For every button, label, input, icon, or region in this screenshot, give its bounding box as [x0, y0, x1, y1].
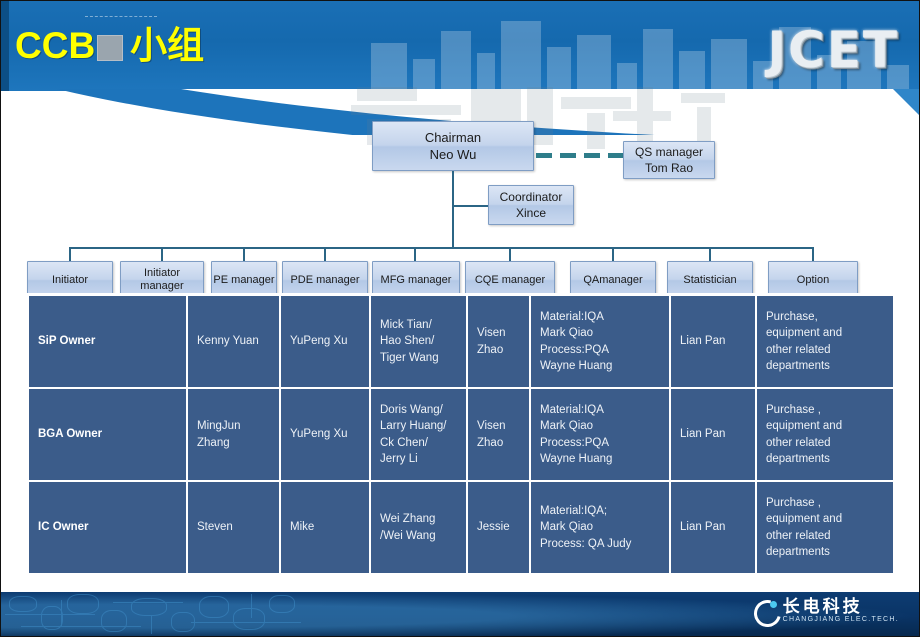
connector-department-bus	[69, 247, 814, 249]
stem-dept-0	[69, 247, 71, 261]
slide-canvas: CCB 小组 JCET Chairman Neo Wu QS manager T…	[0, 0, 920, 637]
company-name-cn: 长电科技	[782, 597, 863, 616]
changjiang-mark-icon	[748, 594, 786, 632]
circuit-pattern	[1, 592, 331, 636]
stem-dept-2	[243, 247, 245, 261]
cell-initiator-manager: MingJun Zhang	[186, 387, 281, 482]
page-title-sub: 小组	[130, 25, 205, 66]
table-row[interactable]: SiP Owner Kenny Yuan YuPeng Xu Mick Tian…	[27, 294, 895, 389]
cell-statistician: Lian Pan	[669, 480, 757, 575]
connector-chairman-qs	[536, 153, 624, 158]
connector-coordinator-horizontal	[452, 205, 489, 207]
cell-qa: Material:IQA; Mark Qiao Process: QA Judy	[529, 480, 671, 575]
cell-cqe: Visen Zhao	[466, 387, 531, 482]
slide-footer: 长电科技 CHANGJIANG ELEC.TECH.	[1, 592, 919, 636]
stem-dept-8	[812, 247, 814, 261]
cell-initiator-manager: Steven	[186, 480, 281, 575]
cell-option: Purchase, equipment and other related de…	[755, 294, 895, 389]
cell-cqe: Jessie	[466, 480, 531, 575]
qs-manager-name: Tom Rao	[644, 161, 694, 175]
chairman-name: Neo Wu	[429, 147, 477, 162]
coordinator-role: Coordinator	[499, 190, 563, 204]
missing-glyph-box	[97, 35, 124, 61]
page-title-main: CCB	[15, 25, 96, 66]
dept-label-1: Initiator manager	[140, 267, 184, 292]
cell-pde-mfg: Wei Zhang /Wei Wang	[369, 480, 468, 575]
cell-pe-manager: Mike	[279, 480, 371, 575]
cell-option: Purchase , equipment and other related d…	[755, 387, 895, 482]
table-row[interactable]: BGA Owner MingJun Zhang YuPeng Xu Doris …	[27, 387, 895, 482]
org-node-coordinator[interactable]: Coordinator Xince	[488, 185, 574, 225]
org-chart: Chairman Neo Wu QS manager Tom Rao Coord…	[1, 89, 919, 299]
cell-pde-mfg: Mick Tian/ Hao Shen/ Tiger Wang	[369, 294, 468, 389]
org-node-chairman[interactable]: Chairman Neo Wu	[372, 121, 534, 171]
cell-statistician: Lian Pan	[669, 387, 757, 482]
qs-manager-role: QS manager	[634, 145, 704, 159]
cell-initiator-manager: Kenny Yuan	[186, 294, 281, 389]
dept-label-5: CQE manager	[474, 273, 546, 286]
cell-qa: Material:IQA Mark Qiao Process:PQA Wayne…	[529, 294, 671, 389]
cell-owner: BGA Owner	[27, 387, 188, 482]
cell-pde-mfg: Doris Wang/ Larry Huang/ Ck Chen/ Jerry …	[369, 387, 468, 482]
stem-dept-3	[324, 247, 326, 261]
dept-label-2: PE manager	[213, 273, 275, 286]
slide-header: CCB 小组 JCET	[1, 1, 919, 91]
header-decorative-dash	[85, 16, 157, 18]
stem-dept-1	[161, 247, 163, 261]
changjiang-logo: 长电科技 CHANGJIANG ELEC.TECH.	[748, 594, 899, 632]
cell-owner: IC Owner	[27, 480, 188, 575]
dept-label-3: PDE manager	[290, 273, 360, 286]
page-title: CCB 小组	[15, 23, 204, 69]
dept-label-8: Option	[796, 273, 830, 286]
jcet-logo: JCET	[767, 21, 899, 79]
cell-owner: SiP Owner	[27, 294, 188, 389]
stem-dept-7	[709, 247, 711, 261]
dept-label-0: Initiator	[51, 273, 89, 286]
stem-dept-4	[414, 247, 416, 261]
coordinator-name: Xince	[515, 206, 547, 220]
dept-label-7: Statistician	[683, 273, 737, 286]
cell-pe-manager: YuPeng Xu	[279, 294, 371, 389]
stem-dept-6	[612, 247, 614, 261]
company-name-en: CHANGJIANG ELEC.TECH.	[782, 616, 899, 623]
org-node-qs-manager[interactable]: QS manager Tom Rao	[623, 141, 715, 179]
stem-dept-5	[509, 247, 511, 261]
dept-label-6: QAmanager	[583, 273, 643, 286]
cell-pe-manager: YuPeng Xu	[279, 387, 371, 482]
table-row[interactable]: IC Owner Steven Mike Wei Zhang /Wei Wang…	[27, 480, 895, 575]
cell-cqe: Visen Zhao	[466, 294, 531, 389]
chairman-role: Chairman	[424, 130, 482, 145]
cell-statistician: Lian Pan	[669, 294, 757, 389]
header-left-edge	[1, 1, 9, 91]
cell-qa: Material:IQA Mark Qiao Process:PQA Wayne…	[529, 387, 671, 482]
dept-label-4: MFG manager	[380, 273, 452, 286]
connector-chairman-vertical	[452, 171, 454, 249]
cell-option: Purchase , equipment and other related d…	[755, 480, 895, 575]
responsibility-table: SiP Owner Kenny Yuan YuPeng Xu Mick Tian…	[27, 294, 895, 575]
